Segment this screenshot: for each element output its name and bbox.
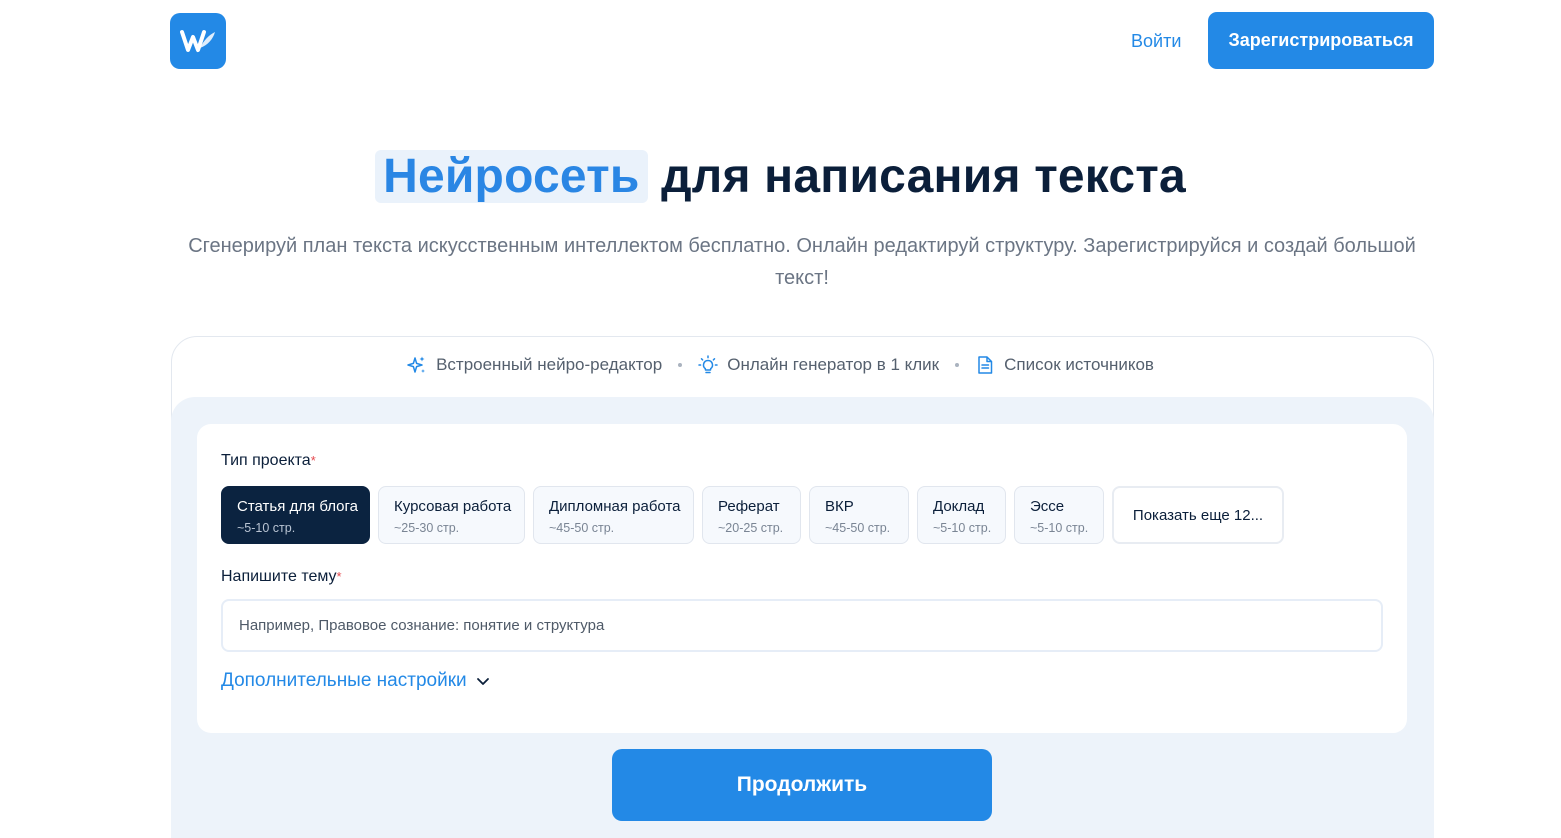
chip-pages: ~20-25 стр. xyxy=(718,521,784,535)
project-type-chip[interactable]: Статья для блога ~5-10 стр. xyxy=(221,486,370,544)
project-type-chip[interactable]: Доклад ~5-10 стр. xyxy=(917,486,1006,544)
feature-label: Список источников xyxy=(1004,355,1154,374)
lightbulb-icon xyxy=(698,355,718,374)
project-type-chip[interactable]: Курсовая работа ~25-30 стр. xyxy=(378,486,525,544)
project-type-chip[interactable]: Дипломная работа ~45-50 стр. xyxy=(533,486,694,544)
feature-label: Встроенный нейро-редактор xyxy=(436,355,663,374)
project-type-chip[interactable]: ВКР ~45-50 стр. xyxy=(809,486,909,544)
chip-pages: ~25-30 стр. xyxy=(394,521,460,535)
chip-title: ВКР xyxy=(825,498,854,515)
continue-button[interactable]: Продолжить xyxy=(612,749,992,821)
project-type-chip[interactable]: Эссе ~5-10 стр. xyxy=(1014,486,1104,544)
project-type-label: Тип проекта* xyxy=(221,452,316,469)
feature-label: Онлайн генератор в 1 клик xyxy=(727,355,940,374)
required-mark: * xyxy=(310,453,316,468)
project-type-chip[interactable]: Реферат ~20-25 стр. xyxy=(702,486,801,544)
feature-item: Онлайн генератор в 1 клик xyxy=(698,355,939,375)
topic-label: Напишите тему* xyxy=(221,568,342,585)
advanced-settings-toggle[interactable]: Дополнительные настройки xyxy=(221,669,491,693)
w-quill-logo-icon xyxy=(180,30,215,52)
chip-pages: ~45-50 стр. xyxy=(825,521,891,535)
feature-item: Встроенный нейро-редактор xyxy=(407,355,662,375)
chip-pages: ~5-10 стр. xyxy=(237,521,296,535)
advanced-settings-label: Дополнительные настройки xyxy=(221,670,467,691)
separator-dot xyxy=(678,363,683,367)
features-row: Встроенный нейро-редактор Онлайн генерат… xyxy=(0,355,1561,375)
chip-title: Доклад xyxy=(933,498,985,515)
document-icon xyxy=(978,356,993,374)
logo[interactable] xyxy=(170,13,226,69)
show-more-button[interactable]: Показать еще 12... xyxy=(1112,486,1284,544)
topic-input[interactable] xyxy=(221,599,1383,652)
page-subtitle: Сгенерируй план текста искусственным инт… xyxy=(188,235,1416,289)
required-mark: * xyxy=(336,569,342,584)
login-link[interactable]: Войти xyxy=(1131,28,1181,54)
chip-title: Эссе xyxy=(1030,498,1065,515)
chip-pages: ~5-10 стр. xyxy=(1030,521,1089,535)
separator-dot xyxy=(955,363,960,367)
chip-title: Статья для блога xyxy=(237,498,358,515)
chip-title: Реферат xyxy=(718,498,780,515)
title-highlight: Нейросеть xyxy=(375,150,648,203)
sparkles-icon xyxy=(407,356,426,373)
chip-title: Дипломная работа xyxy=(549,498,681,515)
title-rest: для написания текста xyxy=(647,150,1186,203)
chip-title: Курсовая работа xyxy=(394,498,512,515)
signup-button[interactable]: Зарегистрироваться xyxy=(1208,12,1434,69)
chip-pages: ~5-10 стр. xyxy=(933,521,992,535)
page-title: Нейросеть для написания текста xyxy=(0,146,1561,208)
chevron-down-icon xyxy=(476,678,489,685)
chip-pages: ~45-50 стр. xyxy=(549,521,615,535)
feature-item: Список источников xyxy=(975,355,1154,375)
